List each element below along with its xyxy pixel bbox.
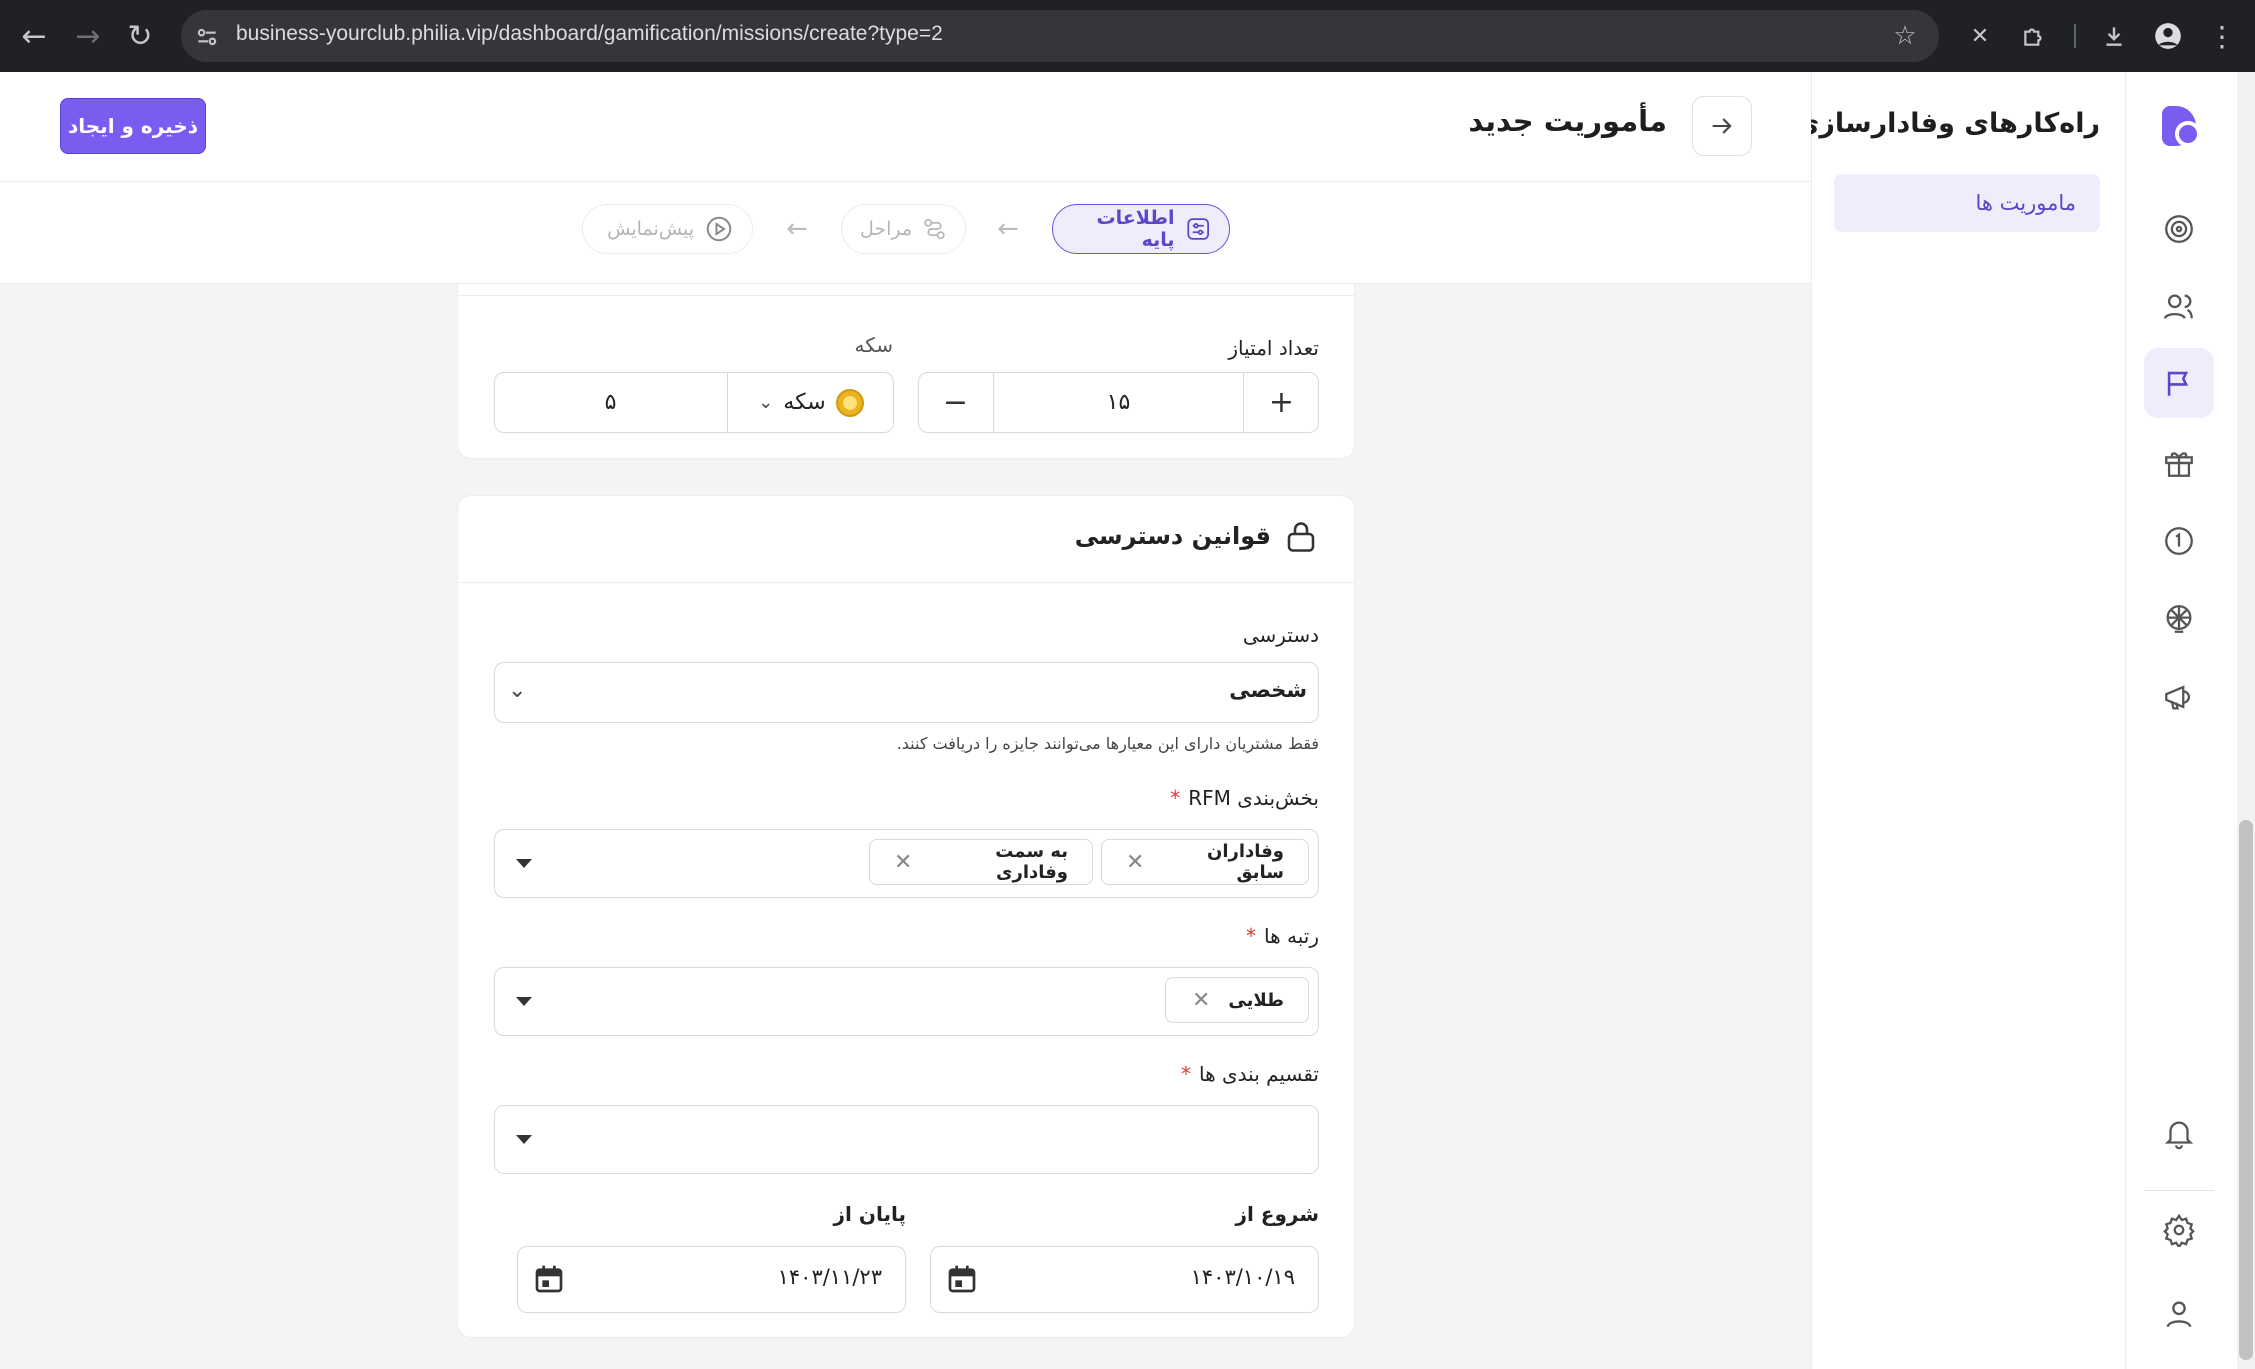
chevron-down-icon: ⌄ — [508, 678, 527, 703]
step-stages[interactable]: مراحل — [841, 204, 966, 254]
caret-down-icon[interactable] — [516, 997, 532, 1006]
gift-icon[interactable] — [2144, 428, 2214, 498]
extension-close-icon[interactable]: ✕ — [1958, 14, 2002, 58]
sidebar-item-label: ماموریت ها — [1975, 191, 2077, 215]
points-value-input[interactable]: ۱۵ — [994, 372, 1243, 433]
page-scrollbar-thumb[interactable] — [2239, 820, 2253, 1360]
access-rules-card — [457, 495, 1355, 1338]
sidebar-item-missions[interactable]: ماموریت ها — [1834, 174, 2100, 232]
route-icon — [924, 218, 945, 240]
browser-back-icon[interactable]: ← — [12, 14, 56, 58]
points-increment-button[interactable]: + — [1243, 372, 1319, 433]
required-mark: * — [1170, 786, 1181, 810]
flag-icon[interactable] — [2144, 348, 2214, 418]
radar-icon[interactable] — [2144, 194, 2214, 264]
start-date-label: شروع از — [1235, 1202, 1319, 1226]
access-hint: فقط مشتریان دارای این معیارها می‌توانند … — [896, 734, 1319, 753]
users-icon[interactable] — [2144, 272, 2214, 342]
card-divider — [457, 582, 1355, 583]
wheel-icon[interactable] — [2144, 584, 2214, 654]
required-mark: * — [1181, 1062, 1192, 1086]
step-arrow-left-icon: ← — [997, 214, 1019, 244]
remove-tag-icon[interactable]: ✕ — [1192, 988, 1210, 1013]
bookmark-star-icon[interactable]: ☆ — [1883, 14, 1927, 58]
access-section-title: قوانین دسترسی — [1074, 522, 1271, 550]
required-mark: * — [1246, 924, 1257, 948]
app-logo-icon[interactable] — [2156, 104, 2202, 150]
caret-down-icon[interactable] — [516, 1135, 532, 1144]
rfm-tag: به سمت وفاداری ✕ — [869, 839, 1093, 885]
tag-label: به سمت وفاداری — [995, 841, 1068, 883]
step-label: پیش‌نمایش — [607, 218, 694, 240]
calendar-icon[interactable] — [946, 1263, 978, 1299]
arrow-right-icon — [1712, 118, 1732, 134]
access-label: دسترسی — [1242, 623, 1319, 647]
categories-label: تقسیم بندی ها * — [1181, 1062, 1319, 1086]
step-basic-info[interactable]: اطلاعات پایه — [1052, 204, 1230, 254]
start-date-value: ۱۴۰۳/۱۰/۱۹ — [1190, 1265, 1295, 1289]
step-label: اطلاعات پایه — [1096, 207, 1175, 251]
ranks-label-text: رتبه ها — [1264, 924, 1319, 948]
megaphone-icon[interactable] — [2144, 662, 2214, 732]
access-value: شخصی — [1229, 678, 1307, 702]
downloads-icon[interactable] — [2092, 14, 2136, 58]
coin-label: سکه — [854, 333, 893, 357]
notification-bell-icon[interactable] — [2144, 1099, 2214, 1169]
step-arrow-left-icon: ← — [786, 214, 808, 244]
page-title: مأموریت جدید — [1468, 104, 1667, 138]
extensions-puzzle-icon[interactable] — [2012, 14, 2056, 58]
tag-label: طلایی — [1228, 989, 1284, 1011]
rfm-label-text: بخش‌بندی RFM — [1188, 786, 1319, 810]
sidebar-title: راه‌کارهای وفادارسازی — [1794, 108, 2100, 139]
end-date-value: ۱۴۰۳/۱۱/۲۳ — [777, 1265, 882, 1289]
url-text: business-yourclub.philia.vip/dashboard/g… — [236, 22, 943, 45]
calendar-icon[interactable] — [533, 1263, 565, 1299]
end-date-label: پایان از — [833, 1202, 906, 1226]
coin-amount-input[interactable]: ۵ — [494, 372, 727, 433]
categories-multiselect[interactable] — [494, 1105, 1319, 1174]
play-circle-icon — [706, 216, 732, 242]
step-label: مراحل — [860, 218, 913, 240]
rank-tag: طلایی ✕ — [1165, 977, 1309, 1023]
rfm-label: بخش‌بندی RFM * — [1170, 786, 1319, 810]
browser-reload-icon[interactable]: ↻ — [118, 14, 162, 58]
browser-menu-icon[interactable]: ⋮ — [2200, 14, 2244, 58]
step-preview[interactable]: پیش‌نمایش — [582, 204, 753, 254]
lock-icon — [1283, 519, 1319, 555]
chevron-down-icon: ⌄ — [758, 392, 774, 413]
rfm-tag: وفاداران سابق ✕ — [1101, 839, 1309, 885]
secondary-sidebar — [1811, 72, 2125, 1369]
profile-icon[interactable] — [2146, 14, 2190, 58]
settings-gear-icon[interactable] — [2144, 1195, 2214, 1265]
tag-label: وفاداران سابق — [1206, 841, 1284, 883]
access-select[interactable] — [494, 662, 1319, 723]
save-and-create-button[interactable]: ذخیره و ایجاد — [60, 98, 206, 154]
coin-icon — [835, 388, 864, 417]
browser-forward-icon[interactable]: → — [66, 14, 110, 58]
coin-type-value: سکه — [783, 390, 826, 415]
account-user-icon[interactable] — [2144, 1279, 2214, 1349]
site-info-icon[interactable] — [194, 24, 220, 50]
coin-type-select[interactable]: سکه ⌄ — [727, 372, 894, 433]
remove-tag-icon[interactable]: ✕ — [894, 850, 912, 875]
ranks-label: رتبه ها * — [1246, 924, 1319, 948]
caret-down-icon[interactable] — [516, 859, 532, 868]
card-divider — [457, 295, 1355, 296]
categories-label-text: تقسیم بندی ها — [1199, 1062, 1319, 1086]
rail-divider — [2144, 1190, 2214, 1191]
points-decrement-button[interactable]: − — [918, 372, 994, 433]
sliders-icon — [1187, 218, 1209, 240]
back-button[interactable] — [1692, 96, 1752, 156]
coin-one-icon[interactable] — [2144, 506, 2214, 576]
toolbar-divider — [2074, 24, 2076, 48]
remove-tag-icon[interactable]: ✕ — [1126, 850, 1144, 875]
points-label: تعداد امتیاز — [1228, 336, 1319, 360]
